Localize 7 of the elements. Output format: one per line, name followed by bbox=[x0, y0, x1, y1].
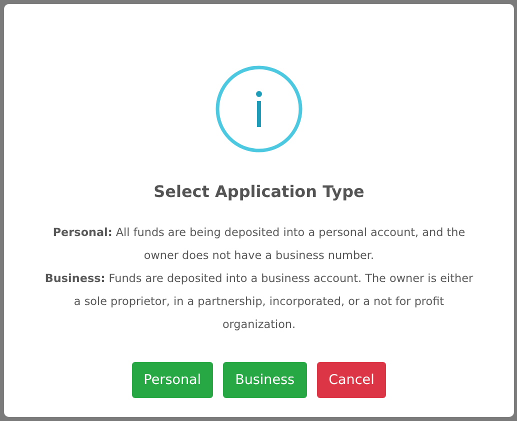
choice-button[interactable]: Personal bbox=[132, 362, 214, 398]
dialog-title: Select Application Type bbox=[154, 182, 364, 201]
info-icon bbox=[215, 65, 303, 153]
choice-button[interactable]: Business bbox=[223, 362, 307, 398]
cancel-button[interactable]: Cancel bbox=[316, 362, 386, 398]
description-text: Personal: All funds are being deposited into a personal account, and the owner does not have a business number. bbox=[52, 225, 466, 264]
description-text: Business: Funds are deposited into a business account. The owner is either a sole proprietor, in a partnership, incorporated, or a not for profit organization. bbox=[44, 271, 474, 333]
